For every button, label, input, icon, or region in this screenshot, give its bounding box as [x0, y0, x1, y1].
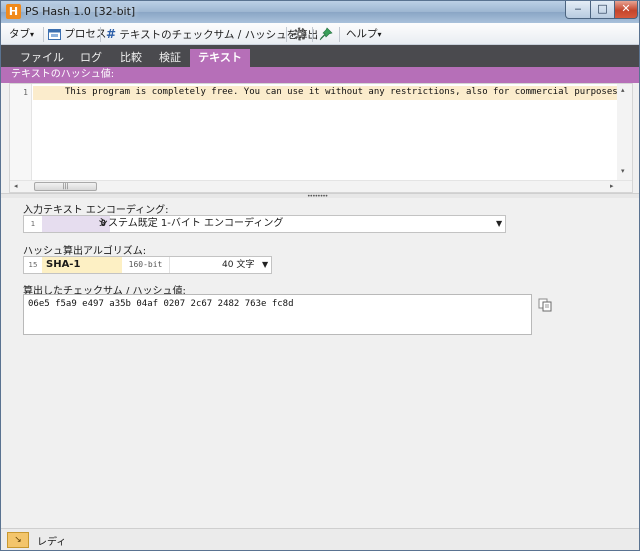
chevron-down-icon[interactable]: ▼ — [262, 257, 268, 273]
chevron-down-icon: ▾ — [377, 30, 382, 39]
minimize-button[interactable]: ‒ — [565, 1, 591, 19]
settings-button[interactable] — [291, 26, 309, 43]
toolbar-divider — [43, 27, 44, 42]
encoding-select[interactable]: 1 0 システム既定 1-バイト エンコーディング ▼ — [23, 215, 506, 233]
algorithm-index: 15 — [28, 261, 38, 269]
chevron-down-icon[interactable]: ▼ — [496, 216, 502, 232]
encoding-label: 入力テキスト エンコーディング: — [23, 205, 169, 216]
tab-bar: ファイル ログ 比較 検証 テキスト — [1, 45, 639, 67]
toolbar-divider — [286, 27, 287, 42]
algorithm-select[interactable]: 15 SHA-1 160-bit 40 文字 ▼ — [23, 256, 272, 274]
chevron-down-icon: ▾ — [30, 30, 35, 39]
pin-button[interactable] — [317, 26, 335, 43]
scroll-up-icon[interactable]: ▴ — [621, 86, 625, 94]
tab-menu-button[interactable]: タブ▾ — [7, 26, 36, 43]
scroll-right-icon[interactable]: ▸ — [610, 181, 614, 192]
hash-result-value[interactable]: 06e5 f5a9 e497 a35b 04af 0207 2c67 2482 … — [28, 299, 294, 309]
gear-icon — [293, 27, 307, 41]
vertical-scrollbar[interactable]: ▴ ▾ — [617, 84, 632, 180]
text-checksum-label: テキストのチェックサム / ハッシュを算出 — [119, 29, 319, 41]
tab-compare[interactable]: 比較 — [112, 49, 150, 67]
scrollbar-thumb[interactable]: ||| — [34, 182, 97, 191]
line-gutter: 1 — [10, 84, 32, 182]
text-editor[interactable]: 1 This program is completely free. You c… — [9, 83, 633, 193]
help-menu-button[interactable]: ヘルプ▾ — [344, 26, 384, 43]
hash-icon: # — [106, 27, 117, 41]
text-checksum-button[interactable]: # テキストのチェックサム / ハッシュを算出 — [104, 26, 320, 43]
app-logo-icon: H — [6, 4, 21, 19]
editor-text[interactable]: This program is completely free. You can… — [65, 87, 623, 97]
editor-header: テキストのハッシュ値: — [1, 67, 639, 83]
arrow-down-right-icon[interactable]: ↘ — [7, 532, 29, 548]
toolbar: タブ▾ プロセス # テキストのチェックサム / ハッシュを算出 ヘルプ▾ — [1, 23, 639, 45]
line-number: 1 — [23, 88, 28, 97]
algorithm-label: ハッシュ算出アルゴリズム: — [23, 246, 147, 257]
toolbar-divider — [100, 27, 101, 42]
tab-file[interactable]: ファイル — [15, 49, 69, 67]
pin-icon — [319, 27, 333, 41]
title-bar[interactable]: H PS Hash 1.0 [32-bit] ‒ □ ✕ — [1, 1, 639, 23]
copy-icon[interactable] — [538, 298, 552, 312]
hash-result-field[interactable]: 06e5 f5a9 e497 a35b 04af 0207 2c67 2482 … — [23, 294, 532, 335]
tab-log[interactable]: ログ — [71, 49, 111, 67]
encoding-index: 1 — [30, 220, 36, 228]
close-button[interactable]: ✕ — [614, 1, 638, 19]
scroll-left-icon[interactable]: ◂ — [14, 181, 18, 192]
window-title: PS Hash 1.0 [32-bit] — [25, 5, 136, 18]
scroll-down-icon[interactable]: ▾ — [621, 167, 625, 175]
toolbar-divider — [339, 27, 340, 42]
tab-text[interactable]: テキスト — [190, 49, 250, 67]
toolbar-divider — [312, 27, 313, 42]
status-bar: ↘ レディ — [1, 528, 639, 550]
algorithm-bits: 160-bit — [122, 257, 170, 273]
algorithm-chars: 40 文字 — [222, 260, 255, 270]
process-window-icon — [48, 28, 61, 40]
process-button[interactable]: プロセス — [46, 26, 108, 43]
algorithm-name: SHA-1 — [42, 257, 122, 273]
tab-menu-label: タブ — [9, 28, 30, 40]
app-window: H PS Hash 1.0 [32-bit] ‒ □ ✕ タブ▾ プロセス # … — [0, 0, 640, 551]
encoding-value: システム既定 1-バイト エンコーディング — [98, 218, 284, 229]
horizontal-scrollbar[interactable]: ◂ ||| ▸ — [10, 180, 632, 192]
help-label: ヘルプ — [346, 28, 378, 40]
maximize-button[interactable]: □ — [590, 1, 615, 19]
status-text: レディ — [37, 537, 67, 548]
tab-verify[interactable]: 検証 — [151, 49, 189, 67]
